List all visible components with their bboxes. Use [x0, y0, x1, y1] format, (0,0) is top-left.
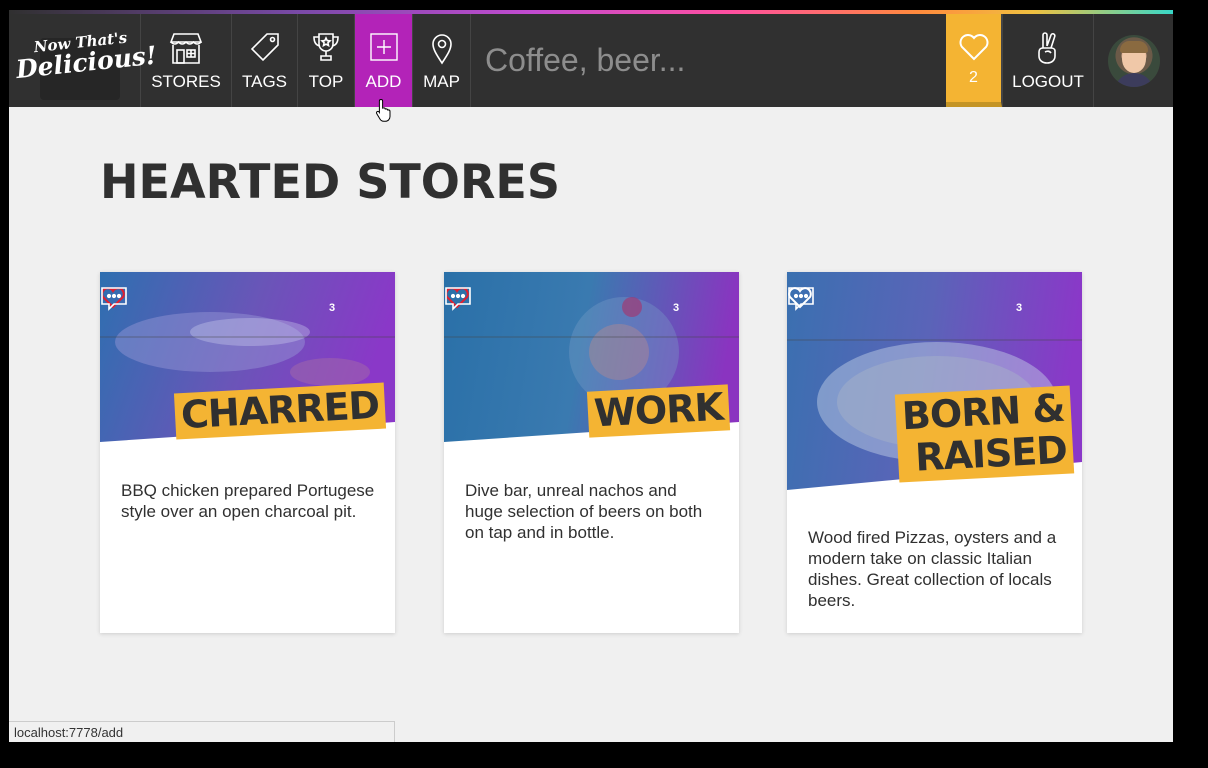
top-navigation: Now That's Delicious! STORES TAGS TOP AD… — [9, 14, 1173, 107]
nav-logout-label: LOGOUT — [1012, 71, 1084, 91]
comment-count: 3 — [1016, 302, 1023, 314]
heart-icon — [959, 34, 988, 61]
nav-tags-label: TAGS — [241, 71, 288, 91]
nav-logout[interactable]: LOGOUT — [1002, 14, 1094, 107]
tag-icon — [250, 32, 279, 61]
store-title-line2: RAISED — [914, 427, 1069, 480]
pointer-cursor-icon — [376, 98, 391, 122]
search-bar — [471, 14, 946, 107]
nav-add-label: ADD — [365, 71, 402, 91]
nav-tags[interactable]: TAGS — [232, 14, 298, 107]
comment-icon[interactable] — [444, 286, 474, 314]
nav-top[interactable]: TOP — [298, 14, 355, 107]
nav-add[interactable]: ADD — [355, 14, 413, 107]
peace-hand-icon — [1038, 31, 1056, 64]
nav-hearts[interactable]: 2 — [946, 14, 1002, 107]
comment-icon[interactable] — [787, 286, 817, 314]
store-image[interactable]: 3 BORN & RAISED — [787, 272, 1082, 532]
nav-account[interactable] — [1094, 14, 1173, 107]
nav-stores-label: STORES — [151, 71, 221, 91]
store-image[interactable]: 3 WORK — [444, 272, 739, 492]
status-bar-url: localhost:7778/add — [9, 721, 395, 742]
store-description: Dive bar, unreal nachos and huge selecti… — [465, 481, 703, 542]
store-description: Wood fired Pizzas, oysters and a modern … — [808, 528, 1057, 610]
store-icon — [169, 32, 203, 64]
trophy-icon — [313, 32, 339, 61]
comment-count: 3 — [329, 302, 336, 314]
avatar — [1107, 34, 1160, 87]
nav-top-label: TOP — [308, 71, 344, 91]
store-card[interactable]: 3 CHARRED BBQ chicken prepared Portugese… — [100, 272, 395, 633]
nav-map[interactable]: MAP — [413, 14, 471, 107]
search-input[interactable] — [483, 41, 946, 80]
store-card[interactable]: 3 WORK Dive bar, unreal nachos and huge … — [444, 272, 739, 633]
store-card[interactable]: 3 BORN & RAISED Wood fired Pizzas, oyste… — [787, 272, 1082, 633]
store-description: BBQ chicken prepared Portugese style ove… — [121, 481, 375, 521]
store-image[interactable]: 3 CHARRED — [100, 272, 395, 492]
comment-count: 3 — [673, 302, 680, 314]
hearts-count: 2 — [969, 69, 978, 86]
nav-map-label: MAP — [423, 71, 460, 91]
comment-icon[interactable] — [100, 286, 130, 314]
store-title[interactable]: BORN & RAISED — [895, 385, 1075, 483]
add-icon — [369, 32, 398, 61]
page-title: HEARTED STORES — [100, 155, 561, 210]
browser-viewport: Now That's Delicious! STORES TAGS TOP AD… — [9, 10, 1173, 742]
store-title[interactable]: WORK — [586, 384, 731, 438]
logo[interactable]: Now That's Delicious! — [9, 14, 158, 107]
map-pin-icon — [431, 33, 452, 64]
